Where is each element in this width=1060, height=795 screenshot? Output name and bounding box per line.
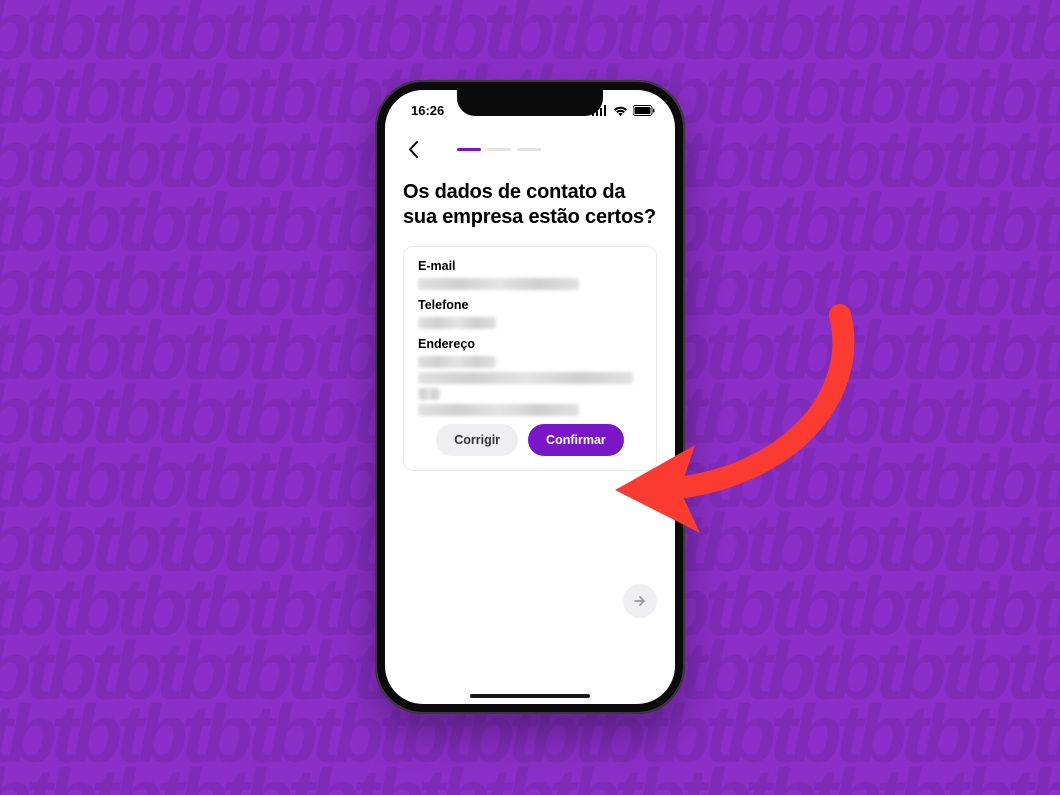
arrow-right-icon: [633, 594, 647, 608]
wifi-icon: [613, 105, 628, 116]
phone-mockup: 16:26: [375, 80, 685, 714]
address-value-redacted: [418, 372, 633, 384]
page-title: Os dados de contato da sua empresa estão…: [403, 180, 657, 230]
email-value-redacted: [418, 278, 579, 290]
address-label: Endereço: [418, 337, 642, 351]
phone-label: Telefone: [418, 298, 642, 312]
contact-data-card: E-mail Telefone Endereço Corrigir Confir…: [403, 246, 657, 471]
status-time: 16:26: [411, 103, 444, 118]
email-label: E-mail: [418, 259, 642, 273]
back-button[interactable]: [403, 139, 423, 159]
correct-button[interactable]: Corrigir: [436, 424, 518, 456]
phone-screen: 16:26: [385, 90, 675, 704]
chevron-left-icon: [408, 141, 419, 158]
home-indicator: [470, 694, 590, 698]
phone-value-redacted: [418, 317, 496, 329]
address-value-redacted: [418, 388, 440, 400]
battery-icon: [633, 105, 655, 116]
address-value-redacted: [418, 356, 496, 368]
phone-notch: [457, 90, 603, 116]
app-content: Os dados de contato da sua empresa estão…: [385, 130, 675, 704]
progress-indicator: [457, 148, 541, 151]
progress-segment: [487, 148, 511, 151]
progress-segment: [517, 148, 541, 151]
progress-segment: [457, 148, 481, 151]
status-indicators: [592, 105, 655, 116]
address-value-redacted: [418, 404, 579, 416]
confirm-button[interactable]: Confirmar: [528, 424, 624, 456]
next-fab-button[interactable]: [623, 584, 657, 618]
